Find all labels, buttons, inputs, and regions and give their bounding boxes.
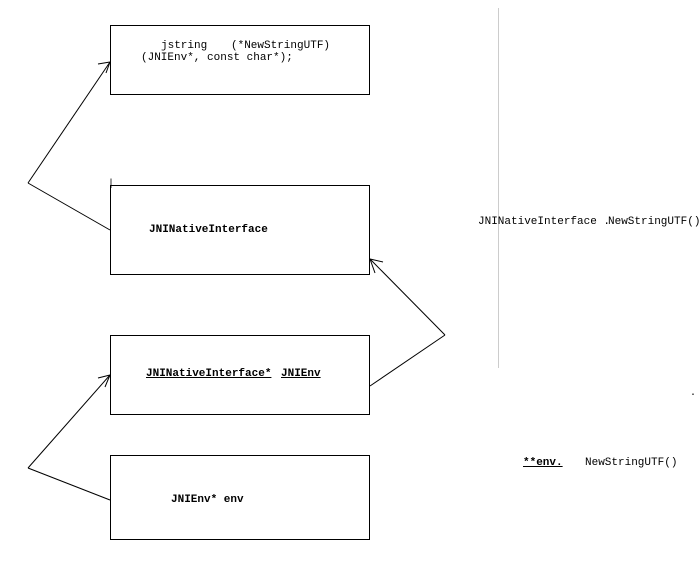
box1-jstring: jstring (161, 40, 207, 52)
box4-text: JNIEnv* env (171, 494, 244, 506)
side-label-env-call-right: NewStringUTF() (585, 457, 677, 469)
tick-mark: | (108, 180, 114, 190)
box1-fnptr: (*NewStringUTF) (231, 40, 330, 52)
right-divider (498, 8, 499, 368)
side-label-native-call-left: JNINativeInterface . (478, 216, 610, 228)
box3-right: JNIEnv (281, 368, 321, 380)
box-jnienv-typedef: JNINativeInterface* JNIEnv (110, 335, 370, 415)
box-jninativeinterface: JNINativeInterface (110, 185, 370, 275)
box1-params: (JNIEnv*, const char*); (141, 52, 293, 64)
box-newstringutf-decl: jstring (*NewStringUTF) (JNIEnv*, const … (110, 25, 370, 95)
box2-text: JNINativeInterface (149, 224, 268, 236)
arrow-box3-to-box2-right (370, 259, 445, 386)
arrow-box2-to-box1 (28, 62, 110, 230)
stray-dot: . (690, 388, 696, 399)
box-env-var: JNIEnv* env (110, 455, 370, 540)
side-label-native-call-right: NewStringUTF() (608, 216, 700, 228)
arrow-box4-to-box3 (28, 375, 110, 500)
side-label-env-call-left: **env. (523, 457, 563, 469)
box3-left: JNINativeInterface* (146, 368, 271, 380)
